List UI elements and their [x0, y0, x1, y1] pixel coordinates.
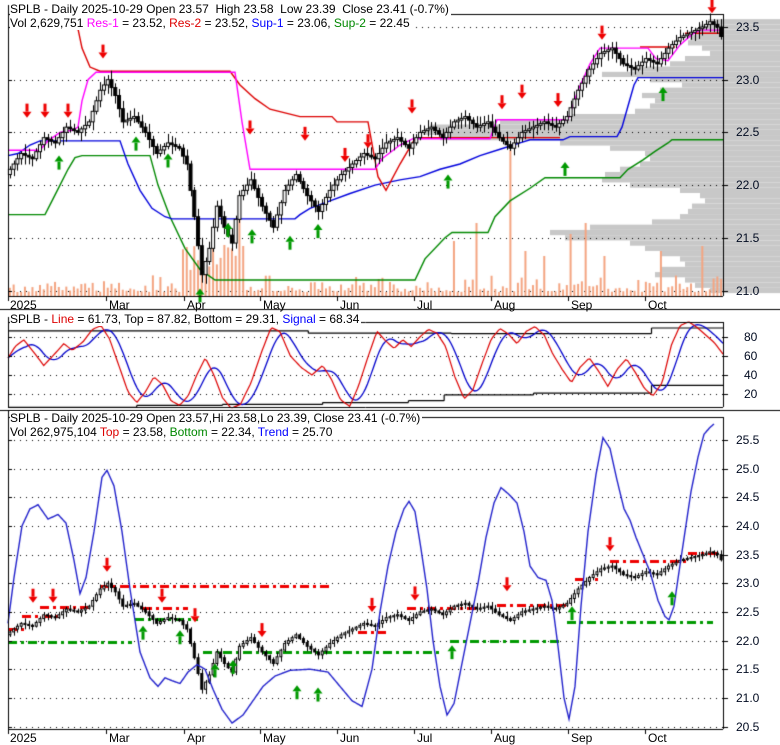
panel1-header-line2: Vol 2,629,751 Res-1 = 23.52, Res-2 = 23.…	[10, 16, 412, 30]
y-axis-label-panel3: 25.0	[736, 461, 760, 476]
x-axis-label-panel3: Jun	[340, 731, 360, 745]
x-axis-label-panel3: Mar	[109, 731, 130, 745]
y-axis-label-panel1: 21.0	[736, 283, 760, 298]
x-axis-label-panel3: Jul	[417, 731, 433, 745]
header-token: = 61.73, Top = 87.82, Bottom = 29.31,	[74, 312, 283, 326]
x-axis-label-panel1: May	[263, 298, 286, 312]
y-axis-label-panel3: 22.0	[736, 633, 760, 648]
x-axis-label-panel3: Apr	[187, 731, 206, 745]
y-axis-label-panel2: 60	[744, 349, 758, 363]
x-axis-label-panel3: 2025	[10, 731, 37, 745]
x-axis-label-panel1: Jul	[417, 298, 433, 312]
panel3-header-line1: SPLB - Daily 2025-10-29 Open 23.57,Hi 23…	[10, 411, 423, 425]
x-axis-label-panel1: Apr	[187, 298, 206, 312]
x-axis-label-panel1: Jun	[340, 298, 360, 312]
y-axis-label-panel3: 24.0	[736, 518, 760, 533]
header-token: Sup-2	[333, 16, 366, 30]
panel2-header-line1: SPLB - Line = 61.73, Top = 87.82, Bottom…	[10, 312, 362, 326]
header-token: = 23.06,	[283, 16, 334, 30]
header-token: Res-2	[169, 16, 202, 30]
y-axis-label-panel1: 22.0	[736, 178, 760, 193]
header-token: SPLB -	[10, 312, 52, 326]
x-axis-label-panel1: Mar	[109, 298, 130, 312]
header-token: = 68.34	[315, 312, 360, 326]
x-axis-label-panel3: Aug	[494, 731, 516, 745]
y-axis-label-panel1: 21.5	[736, 230, 760, 245]
x-axis-label-panel1: Aug	[494, 298, 516, 312]
y-axis-label-panel1: 23.5	[736, 20, 760, 34]
y-axis-label-panel3: 23.5	[736, 547, 760, 562]
y-axis-label-panel1: 22.5	[736, 125, 760, 140]
panel3-header-line2: Vol 262,975,104 Top = 23.58, Bottom = 22…	[10, 425, 335, 439]
x-axis-label-panel1: Oct	[648, 298, 667, 312]
y-axis-label-panel1: 23.0	[736, 72, 760, 87]
header-token: Signal	[282, 312, 316, 326]
y-axis-label-panel3: 22.5	[736, 604, 760, 619]
x-axis-label-panel3: May	[263, 731, 286, 745]
header-token: Bottom	[169, 425, 208, 439]
header-token: SPLB - Daily 2025-10-29 Open 23.57 High …	[10, 2, 449, 16]
header-token: = 22.45	[365, 16, 410, 30]
header-token: Sup-1	[251, 16, 284, 30]
x-axis-label-panel3: Sep	[571, 731, 593, 745]
header-token: Vol 2,629,751	[10, 16, 87, 30]
y-axis-label-panel3: 25.5	[736, 433, 760, 447]
chart-window: SPLB - Daily 2025-10-29 Open 23.57 High …	[0, 0, 780, 745]
header-token: = 25.70	[288, 425, 333, 439]
charts-canvas[interactable]	[0, 0, 780, 745]
y-axis-label-panel2: 20	[744, 387, 758, 401]
y-axis-label-panel2: 80	[744, 330, 758, 344]
header-token: Line	[51, 312, 75, 326]
header-token: = 23.52,	[118, 16, 170, 30]
header-token: SPLB - Daily 2025-10-29 Open 23.57,Hi 23…	[10, 411, 421, 425]
y-axis-label-panel3: 21.0	[736, 690, 760, 705]
panel1-header-line1: SPLB - Daily 2025-10-29 Open 23.57 High …	[10, 2, 451, 16]
x-axis-label-panel1: 2025	[10, 298, 37, 312]
header-token: Top	[99, 425, 120, 439]
header-token: Res-1	[86, 16, 119, 30]
y-axis-label-panel3: 21.5	[736, 662, 760, 677]
x-axis-label-panel3: Oct	[648, 731, 667, 745]
y-axis-label-panel3: 24.5	[736, 490, 760, 505]
header-token: Vol 262,975,104	[10, 425, 100, 439]
header-token: = 23.58,	[119, 425, 170, 439]
header-token: = 22.34,	[207, 425, 258, 439]
y-axis-label-panel3: 23.0	[736, 576, 760, 591]
header-token: Trend	[257, 425, 289, 439]
x-axis-label-panel1: Sep	[571, 298, 593, 312]
header-token: = 23.52,	[201, 16, 252, 30]
y-axis-label-panel3: 20.5	[736, 719, 760, 734]
y-axis-label-panel2: 40	[744, 368, 758, 382]
